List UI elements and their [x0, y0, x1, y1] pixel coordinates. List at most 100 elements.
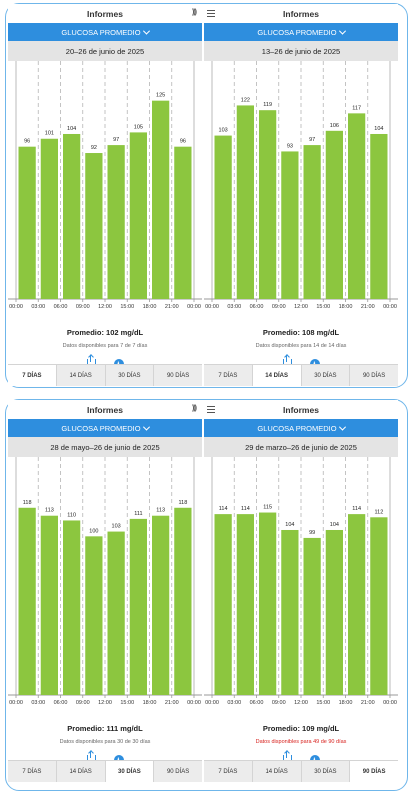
bar[interactable] — [18, 507, 36, 695]
chart-svg: 103 122 119 93 97 106 117 104 00:00 03:00 06:00 09:… — [204, 61, 398, 310]
bar[interactable] — [303, 145, 321, 299]
x-tick-label: 09:00 — [272, 304, 286, 310]
x-tick-label: 06:00 — [250, 304, 264, 310]
bar[interactable] — [63, 520, 81, 695]
bar[interactable] — [63, 133, 81, 299]
bar-value-label: 92 — [91, 145, 97, 151]
report-type-selector[interactable]: GLUCOSA PROMEDIO — [8, 419, 202, 437]
bar[interactable] — [129, 132, 147, 299]
tab-90-days[interactable]: 90 DÍAS — [154, 365, 202, 386]
bar-value-label: 97 — [113, 137, 119, 143]
report-panel-90-days: Informes GLUCOSA PROMEDIO 29 de marzo–26… — [204, 400, 398, 782]
bar[interactable] — [259, 512, 277, 695]
report-type-label: GLUCOSA PROMEDIO — [257, 27, 337, 37]
average-value: Promedio: 109 mg/dL — [262, 724, 340, 733]
bar[interactable] — [214, 135, 232, 299]
tab-7-days[interactable]: 7 DÍAS — [8, 761, 57, 782]
tab-14-days[interactable]: 14 DÍAS — [252, 365, 302, 386]
bar[interactable] — [348, 113, 366, 299]
report-type-selector[interactable]: GLUCOSA PROMEDIO — [204, 419, 398, 437]
bar[interactable] — [107, 531, 125, 695]
data-availability: Datos disponibles para 49 de 90 días — [255, 739, 347, 745]
x-tick-label: 21:00 — [361, 304, 375, 310]
bar[interactable] — [214, 514, 232, 695]
tab-90-days[interactable]: 90 DÍAS — [350, 761, 398, 782]
x-tick-label: 06:00 — [54, 700, 68, 706]
bar[interactable] — [174, 146, 192, 299]
bar[interactable] — [18, 146, 36, 299]
tab-90-days[interactable]: 90 DÍAS — [350, 365, 398, 386]
x-tick-label: 00:00 — [205, 304, 219, 310]
bar-value-label: 99 — [309, 530, 315, 536]
bar-value-label: 105 — [134, 124, 143, 130]
period-tabs: 7 DÍAS 14 DÍAS 30 DÍAS 90 DÍAS — [204, 364, 398, 386]
tab-14-days[interactable]: 14 DÍAS — [57, 761, 106, 782]
bar[interactable] — [348, 514, 366, 695]
bar-value-label: 104 — [330, 522, 339, 528]
x-tick-label: 03:00 — [31, 700, 45, 706]
chevron-down-icon — [338, 27, 346, 35]
x-tick-label: 12:00 — [98, 304, 112, 310]
tab-7-days[interactable]: 7 DÍAS — [204, 761, 253, 782]
tab-7-days[interactable]: 7 DÍAS — [204, 365, 253, 386]
chart-svg: 96 101 104 92 97 105 125 96 00:00 03:00 06:00 09:00… — [8, 61, 202, 310]
chevron-down-icon — [142, 27, 150, 35]
bar[interactable] — [370, 133, 388, 299]
chevron-down-icon — [142, 423, 150, 431]
bar[interactable] — [325, 529, 343, 695]
bar[interactable] — [236, 514, 254, 695]
signal-icon: ))) — [192, 9, 197, 16]
x-tick-label: 18:00 — [339, 304, 353, 310]
tab-30-days[interactable]: 30 DÍAS — [105, 761, 155, 782]
bar[interactable] — [40, 515, 58, 695]
bar[interactable] — [85, 536, 103, 695]
bar-value-label: 122 — [241, 97, 250, 103]
menu-icon[interactable] — [207, 406, 215, 413]
bar[interactable] — [325, 130, 343, 299]
bar[interactable] — [236, 105, 254, 299]
bar[interactable] — [107, 145, 125, 299]
glucose-bar-chart: 114 114 115 104 99 104 114 112 00:00 03:00 06:00 09… — [204, 457, 398, 723]
tab-30-days[interactable]: 30 DÍAS — [302, 761, 351, 782]
bar[interactable] — [174, 507, 192, 695]
x-tick-label: 15:00 — [120, 304, 134, 310]
bar-value-label: 113 — [45, 508, 54, 514]
glucose-bar-chart: 118 113 110 100 103 111 113 118 00:00 03:00 06:00 0… — [8, 457, 202, 723]
period-tabs: 7 DÍAS 14 DÍAS 30 DÍAS 90 DÍAS — [204, 760, 398, 782]
bar[interactable] — [152, 100, 170, 299]
x-tick-label: 15:00 — [316, 700, 330, 706]
tab-90-days[interactable]: 90 DÍAS — [154, 761, 202, 782]
tab-14-days[interactable]: 14 DÍAS — [253, 761, 302, 782]
bar[interactable] — [129, 518, 147, 695]
bar[interactable] — [40, 138, 58, 299]
menu-icon[interactable] — [207, 10, 215, 17]
bar[interactable] — [370, 517, 388, 695]
report-type-label: GLUCOSA PROMEDIO — [61, 27, 141, 37]
bar[interactable] — [281, 151, 299, 299]
bar[interactable] — [303, 537, 321, 695]
bar-value-label: 114 — [352, 506, 361, 512]
tab-30-days[interactable]: 30 DÍAS — [106, 365, 155, 386]
app-header: Informes — [204, 400, 398, 419]
bar-value-label: 96 — [24, 139, 30, 145]
x-tick-label: 00:00 — [9, 304, 23, 310]
bar[interactable] — [281, 529, 299, 695]
bar[interactable] — [152, 515, 170, 695]
bar-value-label: 103 — [112, 524, 121, 530]
app-header: Informes — [204, 4, 398, 23]
x-tick-label: 15:00 — [316, 304, 330, 310]
app-header: Informes ))) — [8, 4, 202, 23]
tab-7-days[interactable]: 7 DÍAS — [8, 365, 57, 386]
tab-30-days[interactable]: 30 DÍAS — [302, 365, 351, 386]
app-header: Informes ))) — [8, 400, 202, 419]
x-tick-label: 09:00 — [272, 700, 286, 706]
bar[interactable] — [259, 110, 277, 299]
date-range: 20–26 de junio de 2025 — [8, 41, 202, 61]
tab-14-days[interactable]: 14 DÍAS — [57, 365, 106, 386]
bar[interactable] — [85, 153, 103, 299]
x-tick-label: 09:00 — [76, 700, 90, 706]
bar-value-label: 100 — [89, 528, 98, 534]
report-type-selector[interactable]: GLUCOSA PROMEDIO — [204, 23, 398, 41]
bar-value-label: 112 — [374, 509, 383, 515]
report-type-selector[interactable]: GLUCOSA PROMEDIO — [8, 23, 202, 41]
